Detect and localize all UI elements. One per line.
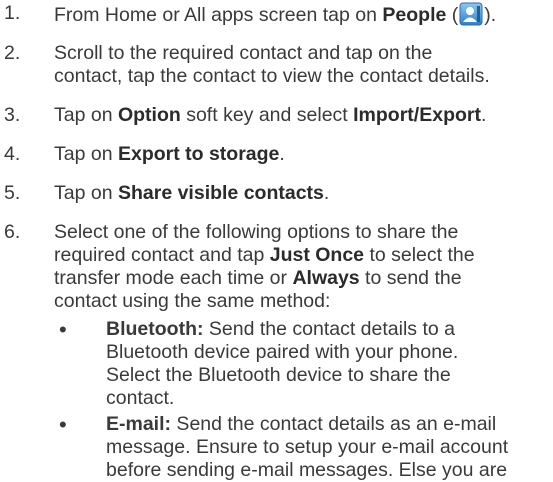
- step-text: Tap on Option soft key and select Import…: [54, 104, 487, 126]
- import-export-label: Import/Export: [353, 104, 481, 126]
- bullet-text: Bluetooth: Send the contact details to a…: [106, 318, 459, 409]
- instruction-document: 1. From Home or All apps screen tap on P…: [0, 0, 553, 481]
- bluetooth-label: Bluetooth:: [106, 318, 204, 340]
- step-number: 6.: [4, 221, 21, 243]
- step-text: Tap on Export to storage.: [54, 143, 285, 165]
- bullet-text: E-mail: Send the contact details as an e…: [106, 413, 509, 481]
- option-label: Option: [117, 104, 181, 126]
- bullet-glyph: •: [59, 317, 67, 342]
- export-to-storage-label: Export to storage: [117, 143, 280, 165]
- step-number: 1.: [4, 2, 21, 24]
- always-label: Always: [292, 267, 360, 289]
- step-text: From Home or All apps screen tap on Peop…: [54, 2, 497, 26]
- step-number: 2.: [4, 42, 21, 64]
- bullet-glyph: •: [59, 412, 67, 437]
- step-number: 4.: [4, 143, 21, 165]
- people-label: People: [382, 4, 447, 26]
- step-text: Select one of the following options to s…: [54, 221, 475, 312]
- share-visible-contacts-label: Share visible contacts: [117, 182, 324, 204]
- email-label: E-mail:: [106, 413, 172, 435]
- step-text: Scroll to the required contact and tap o…: [54, 42, 490, 87]
- just-once-label: Just Once: [269, 244, 365, 266]
- step-text: Tap on Share visible contacts.: [54, 182, 330, 204]
- step-number: 3.: [4, 104, 21, 126]
- people-app-icon: [459, 2, 483, 26]
- step-number: 5.: [4, 182, 21, 204]
